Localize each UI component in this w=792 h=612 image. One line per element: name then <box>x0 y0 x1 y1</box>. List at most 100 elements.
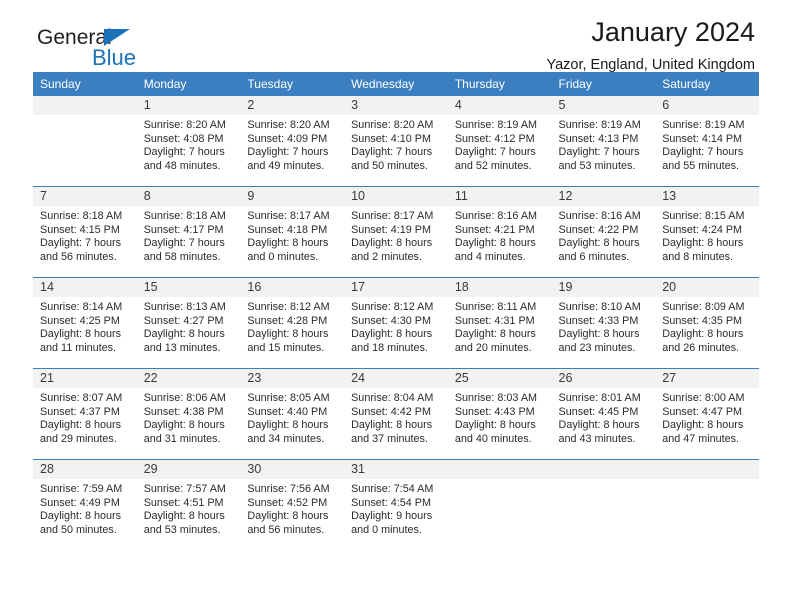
day-number <box>33 96 137 115</box>
day-info-line: Sunrise: 8:11 AM <box>454 301 537 313</box>
day-info-line: Sunrise: 7:59 AM <box>40 483 123 495</box>
day-info-line: and 13 minutes. <box>143 341 221 354</box>
day-info-line: Daylight: 8 hours <box>558 328 640 341</box>
calendar-day-cell[interactable]: 17 Sunrise: 8:12 AM Sunset: 4:30 PM Dayligh… <box>344 277 448 369</box>
calendar-day-cell[interactable]: 18 Sunrise: 8:11 AM Sunset: 4:31 PM Dayligh… <box>447 277 552 369</box>
day-info-line: Sunrise: 8:19 AM <box>662 119 745 131</box>
calendar-day-cell[interactable]: 8 Sunrise: 8:18 AM Sunset: 4:17 PM Daylight… <box>136 186 241 278</box>
calendar-day-cell[interactable]: 13 Sunrise: 8:15 AM Sunset: 4:24 PM Dayligh… <box>655 186 759 278</box>
calendar-day-cell[interactable]: 6 Sunrise: 8:19 AM Sunset: 4:14 PM Daylight… <box>655 96 759 187</box>
weekday-header-wednesday: Wednesday <box>344 72 448 96</box>
day-cell-inner <box>551 460 656 550</box>
day-info-line: Sunset: 4:40 PM <box>247 405 328 418</box>
day-cell-inner: 14 Sunrise: 8:14 AM Sunset: 4:25 PM Dayligh… <box>33 278 137 368</box>
day-cell-inner: 4 Sunrise: 8:19 AM Sunset: 4:12 PM Daylight… <box>447 96 552 186</box>
day-sun-info: Sunrise: 8:06 AM Sunset: 4:38 PM Daylight:… <box>137 388 241 446</box>
day-info-line: Daylight: 8 hours <box>454 237 536 250</box>
calendar-day-cell[interactable]: 14 Sunrise: 8:14 AM Sunset: 4:25 PM Dayligh… <box>33 277 137 369</box>
day-info-line: Sunrise: 8:20 AM <box>143 119 226 131</box>
calendar-day-cell[interactable]: 29 Sunrise: 7:57 AM Sunset: 4:51 PM Dayligh… <box>136 459 241 550</box>
day-info-line: and 29 minutes. <box>40 432 117 445</box>
day-info-line: Sunrise: 8:10 AM <box>558 301 641 313</box>
calendar-day-cell-empty <box>551 459 656 550</box>
calendar-day-cell[interactable]: 2 Sunrise: 8:20 AM Sunset: 4:09 PM Daylight… <box>240 96 345 187</box>
calendar-day-cell[interactable]: 12 Sunrise: 8:16 AM Sunset: 4:22 PM Dayligh… <box>551 186 656 278</box>
day-info-line: and 55 minutes. <box>662 159 740 172</box>
day-cell-inner: 25 Sunrise: 8:03 AM Sunset: 4:43 PM Dayligh… <box>447 369 552 459</box>
day-number: 12 <box>551 187 656 206</box>
day-info-line: Sunset: 4:28 PM <box>247 314 328 327</box>
day-info-line: Sunset: 4:35 PM <box>662 314 743 327</box>
day-info-line: and 26 minutes. <box>662 341 740 354</box>
day-info-line: Sunset: 4:51 PM <box>143 496 224 509</box>
calendar-week-row: 28 Sunrise: 7:59 AM Sunset: 4:49 PM Dayligh… <box>33 459 759 550</box>
calendar-day-cell[interactable]: 20 Sunrise: 8:09 AM Sunset: 4:35 PM Dayligh… <box>655 277 759 369</box>
calendar-day-cell[interactable]: 25 Sunrise: 8:03 AM Sunset: 4:43 PM Dayligh… <box>447 368 552 460</box>
day-info-line: Sunrise: 8:20 AM <box>247 119 330 131</box>
calendar-day-cell[interactable]: 3 Sunrise: 8:20 AM Sunset: 4:10 PM Daylight… <box>344 96 448 187</box>
day-number: 1 <box>136 96 241 115</box>
day-info-line: Sunset: 4:24 PM <box>662 223 743 236</box>
calendar-day-cell[interactable]: 23 Sunrise: 8:05 AM Sunset: 4:40 PM Dayligh… <box>240 368 345 460</box>
day-info-line: Daylight: 8 hours <box>351 419 433 432</box>
day-number: 10 <box>344 187 448 206</box>
day-info-line: and 0 minutes. <box>351 523 422 536</box>
calendar-day-cell[interactable]: 10 Sunrise: 8:17 AM Sunset: 4:19 PM Dayligh… <box>344 186 448 278</box>
calendar-day-cell[interactable]: 16 Sunrise: 8:12 AM Sunset: 4:28 PM Dayligh… <box>240 277 345 369</box>
day-cell-inner: 20 Sunrise: 8:09 AM Sunset: 4:35 PM Dayligh… <box>655 278 759 368</box>
day-cell-inner <box>447 460 552 550</box>
calendar-day-cell[interactable]: 19 Sunrise: 8:10 AM Sunset: 4:33 PM Dayligh… <box>551 277 656 369</box>
day-info-line: and 52 minutes. <box>454 159 532 172</box>
calendar-day-cell[interactable]: 7 Sunrise: 8:18 AM Sunset: 4:15 PM Daylight… <box>33 186 137 278</box>
general-blue-logo: General Blue <box>37 26 237 74</box>
calendar-page: General Blue January 2024 Yazor, England… <box>0 0 792 612</box>
day-info-line: Sunset: 4:27 PM <box>143 314 224 327</box>
day-info-line: and 11 minutes. <box>40 341 117 354</box>
calendar-week-row: 21 Sunrise: 8:07 AM Sunset: 4:37 PM Dayligh… <box>33 368 759 460</box>
calendar-day-cell[interactable]: 4 Sunrise: 8:19 AM Sunset: 4:12 PM Daylight… <box>447 96 552 187</box>
day-info-line: Sunset: 4:09 PM <box>247 132 328 145</box>
calendar-day-cell[interactable]: 24 Sunrise: 8:04 AM Sunset: 4:42 PM Dayligh… <box>344 368 448 460</box>
day-info-line: Daylight: 8 hours <box>40 419 122 432</box>
calendar-day-cell[interactable]: 28 Sunrise: 7:59 AM Sunset: 4:49 PM Dayligh… <box>33 459 137 550</box>
day-info-line: Sunset: 4:13 PM <box>558 132 639 145</box>
day-info-line: Sunrise: 7:54 AM <box>351 483 434 495</box>
calendar-day-cell[interactable]: 22 Sunrise: 8:06 AM Sunset: 4:38 PM Dayligh… <box>136 368 241 460</box>
day-info-line: and 49 minutes. <box>247 159 325 172</box>
day-sun-info: Sunrise: 8:11 AM Sunset: 4:31 PM Daylight:… <box>448 297 552 355</box>
calendar-day-cell[interactable]: 26 Sunrise: 8:01 AM Sunset: 4:45 PM Dayligh… <box>551 368 656 460</box>
day-info-line: Sunrise: 8:16 AM <box>454 210 538 222</box>
day-info-line: Sunrise: 8:07 AM <box>40 392 123 404</box>
day-number: 23 <box>240 369 345 388</box>
day-info-line: Daylight: 8 hours <box>143 510 225 523</box>
day-sun-info: Sunrise: 8:13 AM Sunset: 4:27 PM Daylight:… <box>137 297 241 355</box>
day-number: 6 <box>655 96 759 115</box>
day-info-line: Sunset: 4:22 PM <box>558 223 639 236</box>
day-info-line: Sunset: 4:30 PM <box>351 314 431 327</box>
calendar-day-cell[interactable]: 27 Sunrise: 8:00 AM Sunset: 4:47 PM Dayligh… <box>655 368 759 460</box>
calendar-day-cell[interactable]: 5 Sunrise: 8:19 AM Sunset: 4:13 PM Daylight… <box>551 96 656 187</box>
calendar-day-cell[interactable]: 15 Sunrise: 8:13 AM Sunset: 4:27 PM Dayligh… <box>136 277 241 369</box>
day-number: 17 <box>344 278 448 297</box>
calendar-day-cell[interactable]: 11 Sunrise: 8:16 AM Sunset: 4:21 PM Dayligh… <box>447 186 552 278</box>
calendar-day-cell[interactable]: 30 Sunrise: 7:56 AM Sunset: 4:52 PM Dayligh… <box>240 459 345 550</box>
day-info-line: and 43 minutes. <box>558 432 636 445</box>
calendar-day-cell[interactable]: 1 Sunrise: 8:20 AM Sunset: 4:08 PM Daylight… <box>136 96 241 187</box>
day-cell-inner <box>33 96 137 186</box>
day-info-line: Sunset: 4:49 PM <box>40 496 120 509</box>
day-cell-inner: 13 Sunrise: 8:15 AM Sunset: 4:24 PM Dayligh… <box>655 187 759 277</box>
day-cell-inner: 31 Sunrise: 7:54 AM Sunset: 4:54 PM Dayligh… <box>344 460 448 550</box>
calendar-day-cell[interactable]: 21 Sunrise: 8:07 AM Sunset: 4:37 PM Dayligh… <box>33 368 137 460</box>
calendar-day-cell[interactable]: 9 Sunrise: 8:17 AM Sunset: 4:18 PM Daylight… <box>240 186 345 278</box>
day-cell-inner: 9 Sunrise: 8:17 AM Sunset: 4:18 PM Daylight… <box>240 187 345 277</box>
day-cell-inner: 2 Sunrise: 8:20 AM Sunset: 4:09 PM Daylight… <box>240 96 345 186</box>
day-info-line: Daylight: 8 hours <box>662 237 744 250</box>
day-info-line: Sunset: 4:19 PM <box>351 223 431 236</box>
day-number: 27 <box>655 369 759 388</box>
day-number <box>655 460 759 479</box>
day-info-line: Sunset: 4:10 PM <box>351 132 431 145</box>
day-info-line: Sunrise: 8:09 AM <box>662 301 745 313</box>
calendar-day-cell[interactable]: 31 Sunrise: 7:54 AM Sunset: 4:54 PM Dayligh… <box>344 459 448 550</box>
day-info-line: Sunset: 4:17 PM <box>143 223 224 236</box>
day-sun-info: Sunrise: 8:17 AM Sunset: 4:18 PM Daylight:… <box>240 206 344 264</box>
